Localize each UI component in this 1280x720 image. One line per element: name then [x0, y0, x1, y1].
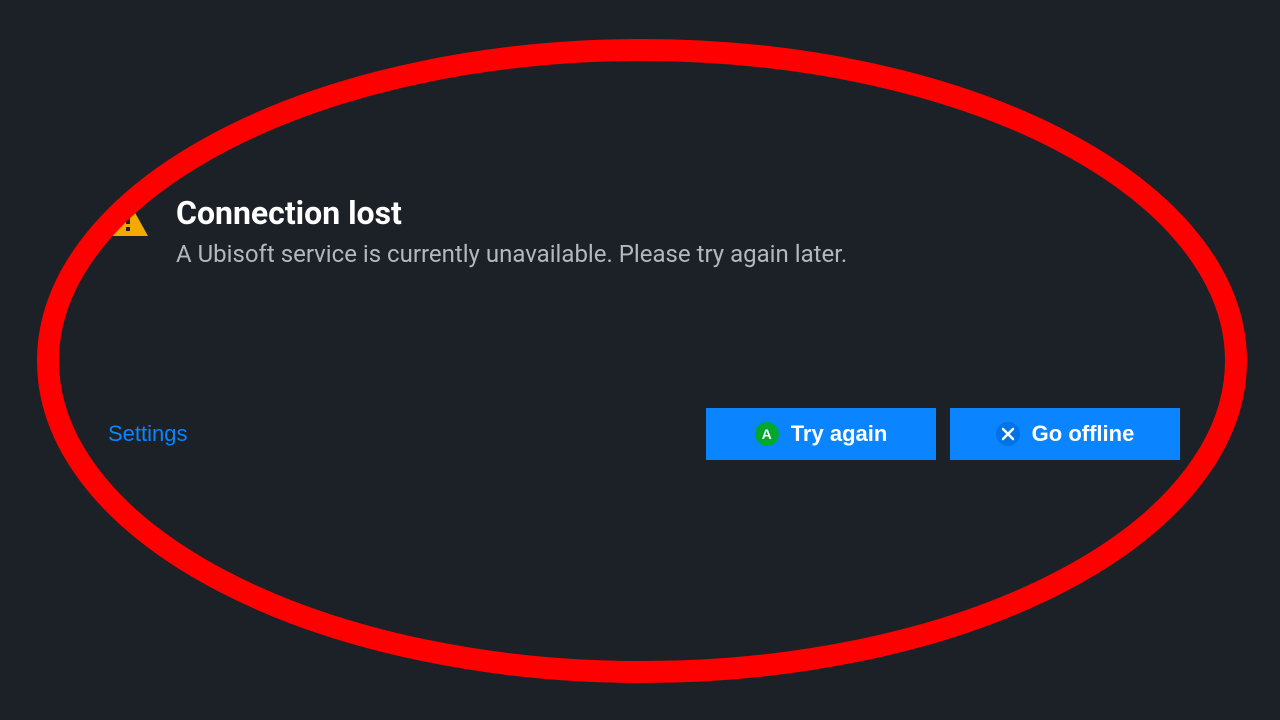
try-again-button[interactable]: A Try again — [706, 408, 936, 460]
connection-lost-dialog: Connection lost A Ubisoft service is cur… — [108, 194, 1180, 272]
dialog-header: Connection lost A Ubisoft service is cur… — [108, 194, 1180, 272]
dialog-text: Connection lost A Ubisoft service is cur… — [176, 194, 1180, 272]
go-offline-button[interactable]: Go offline — [950, 408, 1180, 460]
actions-right: A Try again Go offline — [706, 408, 1180, 460]
dialog-message: A Ubisoft service is currently unavailab… — [176, 238, 1180, 272]
settings-label: Settings — [108, 421, 188, 446]
annotation-highlight-ellipse — [34, 36, 1250, 686]
dialog-title: Connection lost — [176, 194, 1180, 232]
settings-link[interactable]: Settings — [108, 421, 188, 447]
go-offline-label: Go offline — [1032, 421, 1135, 447]
gamepad-a-icon: A — [755, 422, 779, 446]
try-again-label: Try again — [791, 421, 888, 447]
dialog-actions: Settings A Try again Go offline — [108, 408, 1180, 460]
gamepad-x-icon — [996, 422, 1020, 446]
warning-icon — [108, 200, 148, 240]
